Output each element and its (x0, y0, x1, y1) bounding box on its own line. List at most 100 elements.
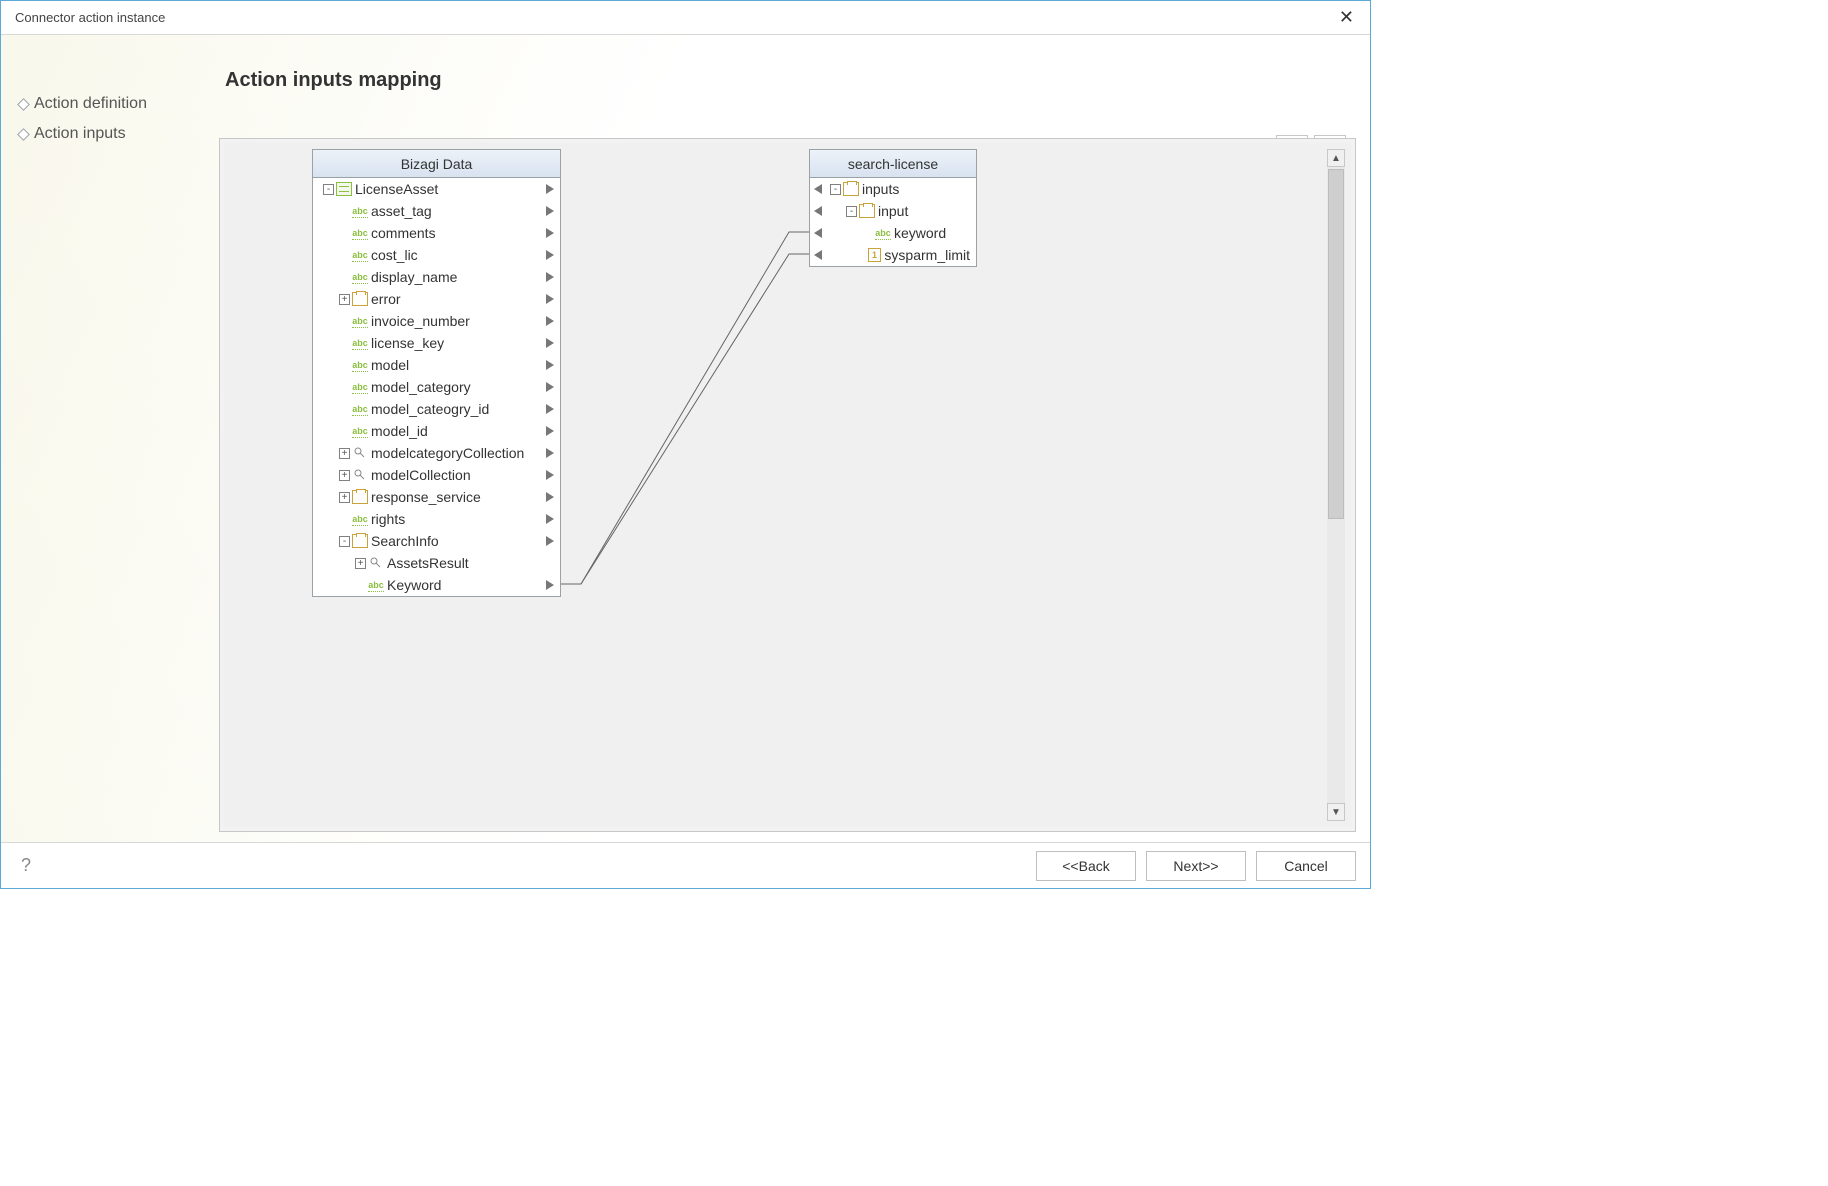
source-tree-node[interactable]: abcmodel_id (313, 420, 560, 442)
scroll-down-icon[interactable]: ▼ (1327, 803, 1345, 821)
expand-toggle[interactable]: + (339, 470, 350, 481)
expand-toggle[interactable]: - (339, 536, 350, 547)
back-button[interactable]: <<Back (1036, 851, 1136, 881)
tree-node-label: sysparm_limit (884, 247, 970, 263)
source-tree-node[interactable]: + response_service (313, 486, 560, 508)
sidebar-item-label: Action inputs (34, 125, 126, 143)
scroll-thumb[interactable] (1328, 169, 1344, 519)
expand-toggle[interactable]: + (339, 492, 350, 503)
titlebar: Connector action instance ✕ (1, 1, 1370, 35)
target-tree-node[interactable]: 1sysparm_limit (810, 244, 976, 266)
dialog-footer: ? <<Back Next>> Cancel (1, 842, 1370, 888)
map-port-icon[interactable] (814, 184, 822, 194)
target-tree-node[interactable]: abckeyword (810, 222, 976, 244)
source-tree-node[interactable]: - LicenseAsset (313, 178, 560, 200)
text-field-icon: abc (352, 358, 368, 372)
cancel-button[interactable]: Cancel (1256, 851, 1356, 881)
tree-node-label: modelCollection (371, 467, 471, 483)
map-port-icon[interactable] (546, 382, 554, 392)
source-tree-node[interactable]: abclicense_key (313, 332, 560, 354)
expand-toggle[interactable]: + (339, 448, 350, 459)
help-icon[interactable]: ? (15, 855, 37, 877)
sidebar-item-action-inputs[interactable]: Action inputs (19, 119, 219, 149)
source-tree-node[interactable]: abcdisplay_name (313, 266, 560, 288)
map-port-icon[interactable] (546, 206, 554, 216)
expand-toggle[interactable]: - (323, 184, 334, 195)
object-icon (843, 182, 859, 196)
map-port-icon[interactable] (546, 404, 554, 414)
source-tree-node[interactable]: - SearchInfo (313, 530, 560, 552)
source-tree-node[interactable]: abcKeyword (313, 574, 560, 596)
tree-node-label: modelcategoryCollection (371, 445, 524, 461)
tree-node-label: error (371, 291, 401, 307)
map-port-icon[interactable] (814, 206, 822, 216)
object-icon (859, 204, 875, 218)
map-port-icon[interactable] (546, 470, 554, 480)
bullet-icon (17, 98, 30, 111)
tree-node-label: response_service (371, 489, 481, 505)
map-port-icon[interactable] (546, 514, 554, 524)
mapping-canvas: Bizagi Data -LicenseAssetabcasset_tagabc… (219, 138, 1356, 832)
expand-toggle[interactable]: + (339, 294, 350, 305)
source-tree-node[interactable]: abcmodel_cateogry_id (313, 398, 560, 420)
map-port-icon[interactable] (546, 492, 554, 502)
text-field-icon: abc (352, 248, 368, 262)
source-tree-node[interactable]: abcmodel_category (313, 376, 560, 398)
tree-node-label: rights (371, 511, 405, 527)
map-port-icon[interactable] (546, 272, 554, 282)
target-tree-node[interactable]: -inputs (810, 178, 976, 200)
map-port-icon[interactable] (546, 228, 554, 238)
target-tree-node[interactable]: -input (810, 200, 976, 222)
entity-icon (336, 182, 352, 196)
close-icon[interactable]: ✕ (1333, 7, 1360, 28)
scroll-up-icon[interactable]: ▲ (1327, 149, 1345, 167)
expand-toggle[interactable]: - (846, 206, 857, 217)
source-tree-node[interactable]: + modelCollection (313, 464, 560, 486)
tree-node-label: model_cateogry_id (371, 401, 489, 417)
map-port-icon[interactable] (546, 316, 554, 326)
source-tree: -LicenseAssetabcasset_tagabccommentsabcc… (313, 178, 560, 596)
tree-node-label: model_category (371, 379, 471, 395)
map-port-icon[interactable] (814, 228, 822, 238)
expand-toggle[interactable]: - (830, 184, 841, 195)
dialog-window: Connector action instance ✕ Action defin… (0, 0, 1371, 889)
source-tree-node[interactable]: + modelcategoryCollection (313, 442, 560, 464)
tree-node-label: license_key (371, 335, 444, 351)
tree-node-label: display_name (371, 269, 457, 285)
sidebar-item-action-definition[interactable]: Action definition (19, 89, 219, 119)
text-field-icon: abc (352, 424, 368, 438)
map-port-icon[interactable] (814, 250, 822, 260)
sidebar: Action definition Action inputs (1, 35, 219, 842)
text-field-icon: abc (352, 314, 368, 328)
map-port-icon[interactable] (546, 184, 554, 194)
source-tree-node[interactable]: + error (313, 288, 560, 310)
tree-node-label: SearchInfo (371, 533, 439, 549)
tree-node-label: LicenseAsset (355, 181, 438, 197)
map-port-icon[interactable] (546, 250, 554, 260)
map-port-icon[interactable] (546, 536, 554, 546)
tree-node-label: comments (371, 225, 436, 241)
source-tree-node[interactable]: abcasset_tag (313, 200, 560, 222)
map-port-icon[interactable] (546, 360, 554, 370)
collection-icon (368, 556, 384, 570)
tree-node-label: model (371, 357, 409, 373)
tree-node-label: model_id (371, 423, 428, 439)
map-port-icon[interactable] (546, 580, 554, 590)
map-port-icon[interactable] (546, 426, 554, 436)
source-panel-title: Bizagi Data (313, 150, 560, 178)
text-field-icon: abc (368, 578, 384, 592)
map-port-icon[interactable] (546, 338, 554, 348)
main-pane: Action inputs mapping (219, 35, 1370, 842)
source-tree-node[interactable]: abcrights (313, 508, 560, 530)
source-tree-node[interactable]: +AssetsResult (313, 552, 560, 574)
map-port-icon[interactable] (546, 448, 554, 458)
target-tree: -inputs-inputabckeyword1sysparm_limit (810, 178, 976, 266)
next-button[interactable]: Next>> (1146, 851, 1246, 881)
source-tree-node[interactable]: abccost_lic (313, 244, 560, 266)
source-tree-node[interactable]: abcmodel (313, 354, 560, 376)
source-tree-node[interactable]: abcinvoice_number (313, 310, 560, 332)
expand-toggle[interactable]: + (355, 558, 366, 569)
map-port-icon[interactable] (546, 294, 554, 304)
source-tree-node[interactable]: abccomments (313, 222, 560, 244)
vertical-scrollbar[interactable]: ▲ ▼ (1327, 149, 1345, 821)
